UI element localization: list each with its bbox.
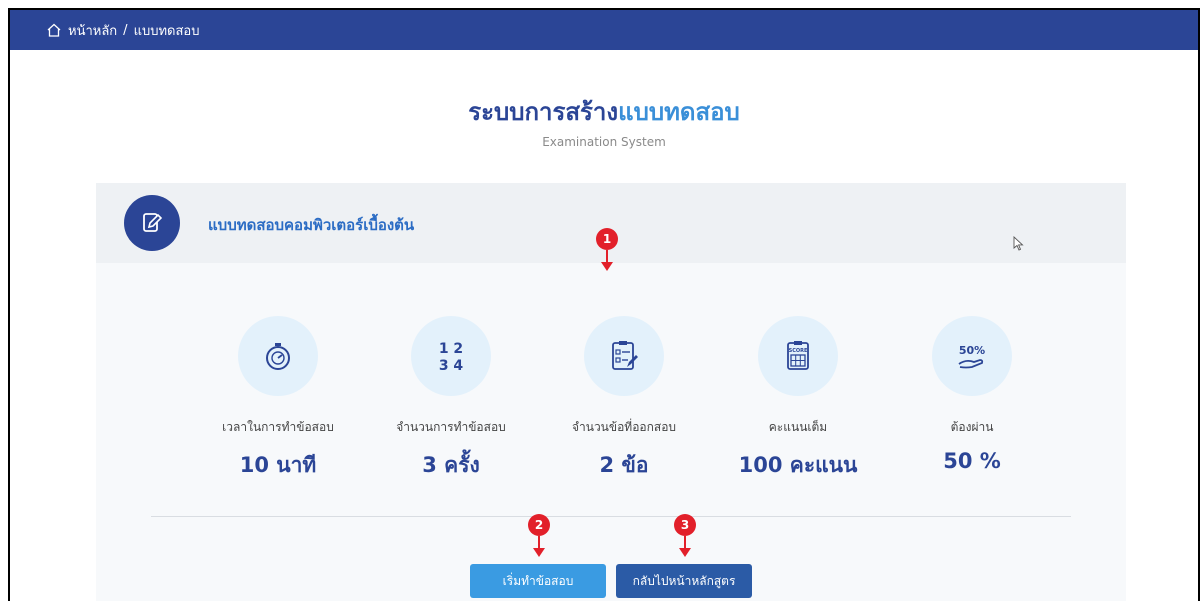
marker-shaft xyxy=(684,536,686,548)
stat-value: 50 % xyxy=(943,449,1001,473)
marker-arrowhead xyxy=(533,548,545,557)
score-board-icon: SCORE xyxy=(787,341,809,370)
stat-value: 3 ครั้ง xyxy=(422,453,480,477)
stat-value: 100 คะแนน xyxy=(738,453,858,477)
app-frame: หน้าหลัก / แบบทดสอบ ระบบการสร้างแบบทดสอบ… xyxy=(8,8,1200,601)
marker-number: 2 xyxy=(528,514,550,536)
marker-arrowhead xyxy=(601,262,613,271)
stat-label: จำนวนข้อที่ออกสอบ xyxy=(571,420,677,434)
stat-icon-circle xyxy=(238,316,318,396)
stat-icon-circle: 50% xyxy=(932,316,1012,396)
numbers-icon: 1 2 3 4 xyxy=(439,341,464,374)
back-to-course-button[interactable]: กลับไปหน้าหลักสูตร xyxy=(616,564,752,598)
stat-icon-circle xyxy=(584,316,664,396)
section-divider xyxy=(151,516,1071,517)
marker-arrowhead xyxy=(679,548,691,557)
percent-icon-text: 50% xyxy=(959,344,985,357)
edit-document-icon xyxy=(143,213,163,232)
annotation-marker-2: 2 xyxy=(526,514,552,557)
page-heading: ระบบการสร้างแบบทดสอบ Examination System xyxy=(10,92,1198,149)
stat-questions: จำนวนข้อที่ออกสอบ 2 ข้อ xyxy=(544,316,704,482)
annotation-marker-3: 3 xyxy=(672,514,698,557)
annotation-marker-1: 1 xyxy=(594,228,620,271)
page-subtitle: Examination System xyxy=(542,135,666,149)
stat-label: ต้องผ่าน xyxy=(950,420,994,434)
stat-label: จำนวนการทำข้อสอบ xyxy=(396,420,506,434)
top-navbar: หน้าหลัก / แบบทดสอบ xyxy=(10,10,1198,50)
page-title-part2: แบบทดสอบ xyxy=(618,98,740,126)
exam-badge xyxy=(124,195,180,251)
stat-icon-circle: 1 2 3 4 xyxy=(411,316,491,396)
home-icon[interactable] xyxy=(46,22,62,38)
start-exam-button[interactable]: เริ่มทำข้อสอบ xyxy=(470,564,606,598)
marker-shaft xyxy=(606,250,608,262)
breadcrumb-current: แบบทดสอบ xyxy=(133,23,200,39)
stat-value: 10 นาที xyxy=(239,453,317,477)
stat-time: เวลาในการทำข้อสอบ 10 นาที xyxy=(198,316,358,482)
stat-full-score: SCORE คะแนนเต็ม 100 คะแนน xyxy=(718,316,878,482)
stat-label: เวลาในการทำข้อสอบ xyxy=(222,420,334,434)
marker-shaft xyxy=(538,536,540,548)
numbers-icon-top: 1 2 xyxy=(439,341,463,357)
exam-title: แบบทดสอบคอมพิวเตอร์เบื้องต้น xyxy=(208,216,415,234)
stat-pass-rate: 50% ต้องผ่าน 50 % xyxy=(892,316,1052,473)
numbers-icon-bottom: 3 4 xyxy=(439,358,464,374)
stat-attempts: 1 2 3 4 จำนวนการทำข้อสอบ 3 ครั้ง xyxy=(371,316,531,482)
marker-number: 3 xyxy=(674,514,696,536)
checklist-icon xyxy=(612,341,638,370)
breadcrumb-separator: / xyxy=(123,22,128,38)
stat-value: 2 ข้อ xyxy=(599,453,649,477)
marker-number: 1 xyxy=(596,228,618,250)
page-title-part1: ระบบการสร้าง xyxy=(468,98,619,126)
stat-icon-circle: SCORE xyxy=(758,316,838,396)
percent-hand-icon: 50% xyxy=(958,344,985,369)
breadcrumb-home[interactable]: หน้าหลัก xyxy=(68,20,117,41)
stat-label: คะแนนเต็ม xyxy=(768,420,828,434)
stopwatch-icon xyxy=(266,343,290,370)
mouse-cursor-icon xyxy=(1013,236,1024,251)
score-icon-text: SCORE xyxy=(789,348,808,354)
